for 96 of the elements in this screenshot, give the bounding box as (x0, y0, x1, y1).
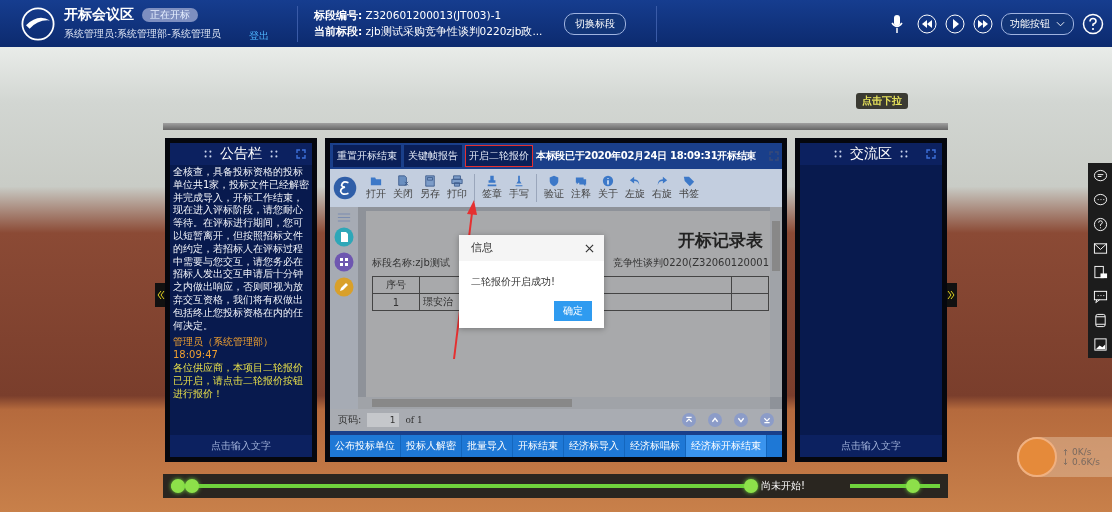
user-info: 系统管理员:系统管理部-系统管理员 (64, 27, 221, 41)
text-input-field[interactable]: 点击输入文字 (800, 435, 942, 457)
page-count: of 1 (405, 415, 423, 425)
status-text: 本标段已于2020年02月24日 18:09:31开标结束 (536, 149, 757, 163)
comment-icon (575, 175, 587, 187)
expand-icon[interactable] (926, 149, 936, 159)
marker-dot[interactable] (171, 479, 185, 493)
logout-link[interactable]: 登出 (249, 29, 269, 43)
status-badge: 正在开标 (142, 8, 198, 22)
dots-icon (900, 150, 908, 158)
tab[interactable]: 开标结束 (513, 435, 564, 457)
volume-thumb[interactable] (906, 479, 920, 493)
microphone-icon[interactable] (890, 13, 903, 34)
vertical-scrollbar[interactable] (770, 207, 782, 397)
down-arrow-icon (1063, 458, 1069, 466)
pull-down-tooltip[interactable]: 点击下拉 (856, 93, 908, 109)
page-label: 页码: (338, 413, 362, 427)
marker-dot[interactable] (185, 479, 199, 493)
collapse-handle[interactable] (155, 283, 165, 307)
stamp-icon (486, 175, 498, 187)
shield-icon (548, 175, 560, 187)
e-logo-icon (332, 175, 358, 201)
switch-section-button[interactable]: 切换标段 (564, 12, 627, 35)
function-dropdown[interactable]: 功能按钮 (1000, 12, 1074, 35)
toolbar-button[interactable]: 左旋 (623, 175, 647, 201)
status-text: 尚未开始! (761, 479, 805, 493)
action-button[interactable]: 关键帧报告 (404, 145, 462, 167)
tab[interactable]: 投标人解密 (401, 435, 462, 457)
print-icon (451, 175, 463, 187)
toolbar-button[interactable]: 关于 (596, 175, 620, 201)
last-page-button[interactable] (760, 413, 774, 427)
toolbar-button[interactable]: 打开 (364, 175, 388, 201)
dialog-title: 信息 (471, 241, 493, 255)
image-icon[interactable] (1092, 337, 1108, 352)
app-title: 开标会议区 (64, 6, 134, 24)
document-icon[interactable] (1092, 265, 1108, 280)
horizontal-scrollbar[interactable] (358, 397, 770, 409)
rewind-button[interactable] (916, 13, 937, 34)
chat-dots-icon[interactable] (1092, 193, 1108, 208)
page-icon[interactable] (334, 227, 354, 247)
chat-bubble-icon[interactable] (1092, 169, 1108, 184)
section-name-text: 竞争性谈判0220(Z32060120001 (612, 256, 769, 270)
logo-icon (20, 5, 56, 42)
download-speed: 0.6K/s (1072, 457, 1100, 467)
fast-forward-button[interactable] (972, 13, 993, 34)
dots-icon (270, 150, 278, 158)
help-icon[interactable] (1082, 12, 1104, 35)
notice-text: 全核查，具备投标资格的投标单位共1家，投标文件已经解密并完成导入，开标工作结束，现在进入评标阶段，请您耐心等待。在评标进行期间，您可以短暂离开，但按照招标文件的约定，若招标人在评标过程中需要与您交互，请您务必在招标人发出交互申请后十分钟之内做出响应，否则即视为放弃交互资格，我们将有权做出包括终止您投标资格在内的任何决定。 (173, 166, 310, 333)
message-text: 各位供应商，本项目二轮报价已开启，请点击二轮报价按钮进行报价！ (173, 361, 304, 401)
action-button[interactable]: 开启二轮报价 (465, 145, 533, 167)
current-section: 当前标段: zjb测试采购竞争性谈判0220zjb政... (314, 24, 543, 39)
table-cell: 序号 (372, 276, 420, 294)
info-icon (602, 175, 614, 187)
page-input[interactable]: 1 (367, 413, 400, 427)
tab[interactable]: 公布投标单位 (330, 435, 401, 457)
toolbar-button[interactable]: 右旋 (650, 175, 674, 201)
pen-icon (513, 175, 525, 187)
folder-icon (370, 175, 382, 187)
up-arrow-icon (1063, 448, 1069, 456)
dialog-message: 二轮报价开启成功! (471, 275, 556, 289)
tablet-icon[interactable] (1092, 313, 1108, 328)
toolbar-button[interactable]: 签章 (480, 175, 504, 201)
dots-icon (834, 150, 842, 158)
message-header: 管理员（系统管理部）18:09:47 (173, 336, 274, 362)
chevron-down-icon (1056, 20, 1065, 27)
section-number: 标段编号: Z320601200013(JT003)-1 (314, 8, 503, 23)
tab[interactable]: 批量导入 (462, 435, 513, 457)
action-button[interactable]: 重置开标结束 (333, 145, 401, 167)
dots-icon (204, 150, 212, 158)
panel-title: 交流区 (850, 145, 892, 163)
expand-icon[interactable] (296, 149, 306, 159)
close-icon[interactable] (585, 243, 594, 253)
toolbar-button[interactable]: 关闭 (391, 175, 415, 201)
toolbar-button[interactable]: 另存 (418, 175, 442, 201)
tag-icon (683, 175, 695, 187)
toolbar-button[interactable]: 验证 (542, 175, 566, 201)
play-button[interactable] (944, 13, 965, 34)
save-icon (424, 175, 436, 187)
first-page-button[interactable] (682, 413, 696, 427)
help-icon[interactable] (1092, 217, 1108, 232)
toolbar-button[interactable]: 注释 (569, 175, 593, 201)
text-input-field[interactable]: 点击输入文字 (170, 435, 312, 457)
table-cell: 1 (372, 293, 420, 311)
grid-icon[interactable] (334, 252, 354, 272)
toolbar-button[interactable]: 书签 (677, 175, 701, 201)
panel-title: 公告栏 (220, 145, 262, 163)
expand-handle[interactable] (947, 283, 957, 307)
toolbar-button[interactable]: 手写 (507, 175, 531, 201)
toolbar-button[interactable]: 打印 (445, 175, 469, 201)
document-title: 开标记录表 (678, 229, 763, 252)
tab[interactable]: 经济标导入 (564, 435, 625, 457)
message-icon[interactable] (1092, 289, 1108, 304)
section-name-text: 标段名称:zjb测试 (372, 256, 450, 270)
upload-speed: 0K/s (1072, 447, 1092, 457)
mail-icon[interactable] (1092, 241, 1108, 256)
slider-thumb[interactable] (744, 479, 758, 493)
